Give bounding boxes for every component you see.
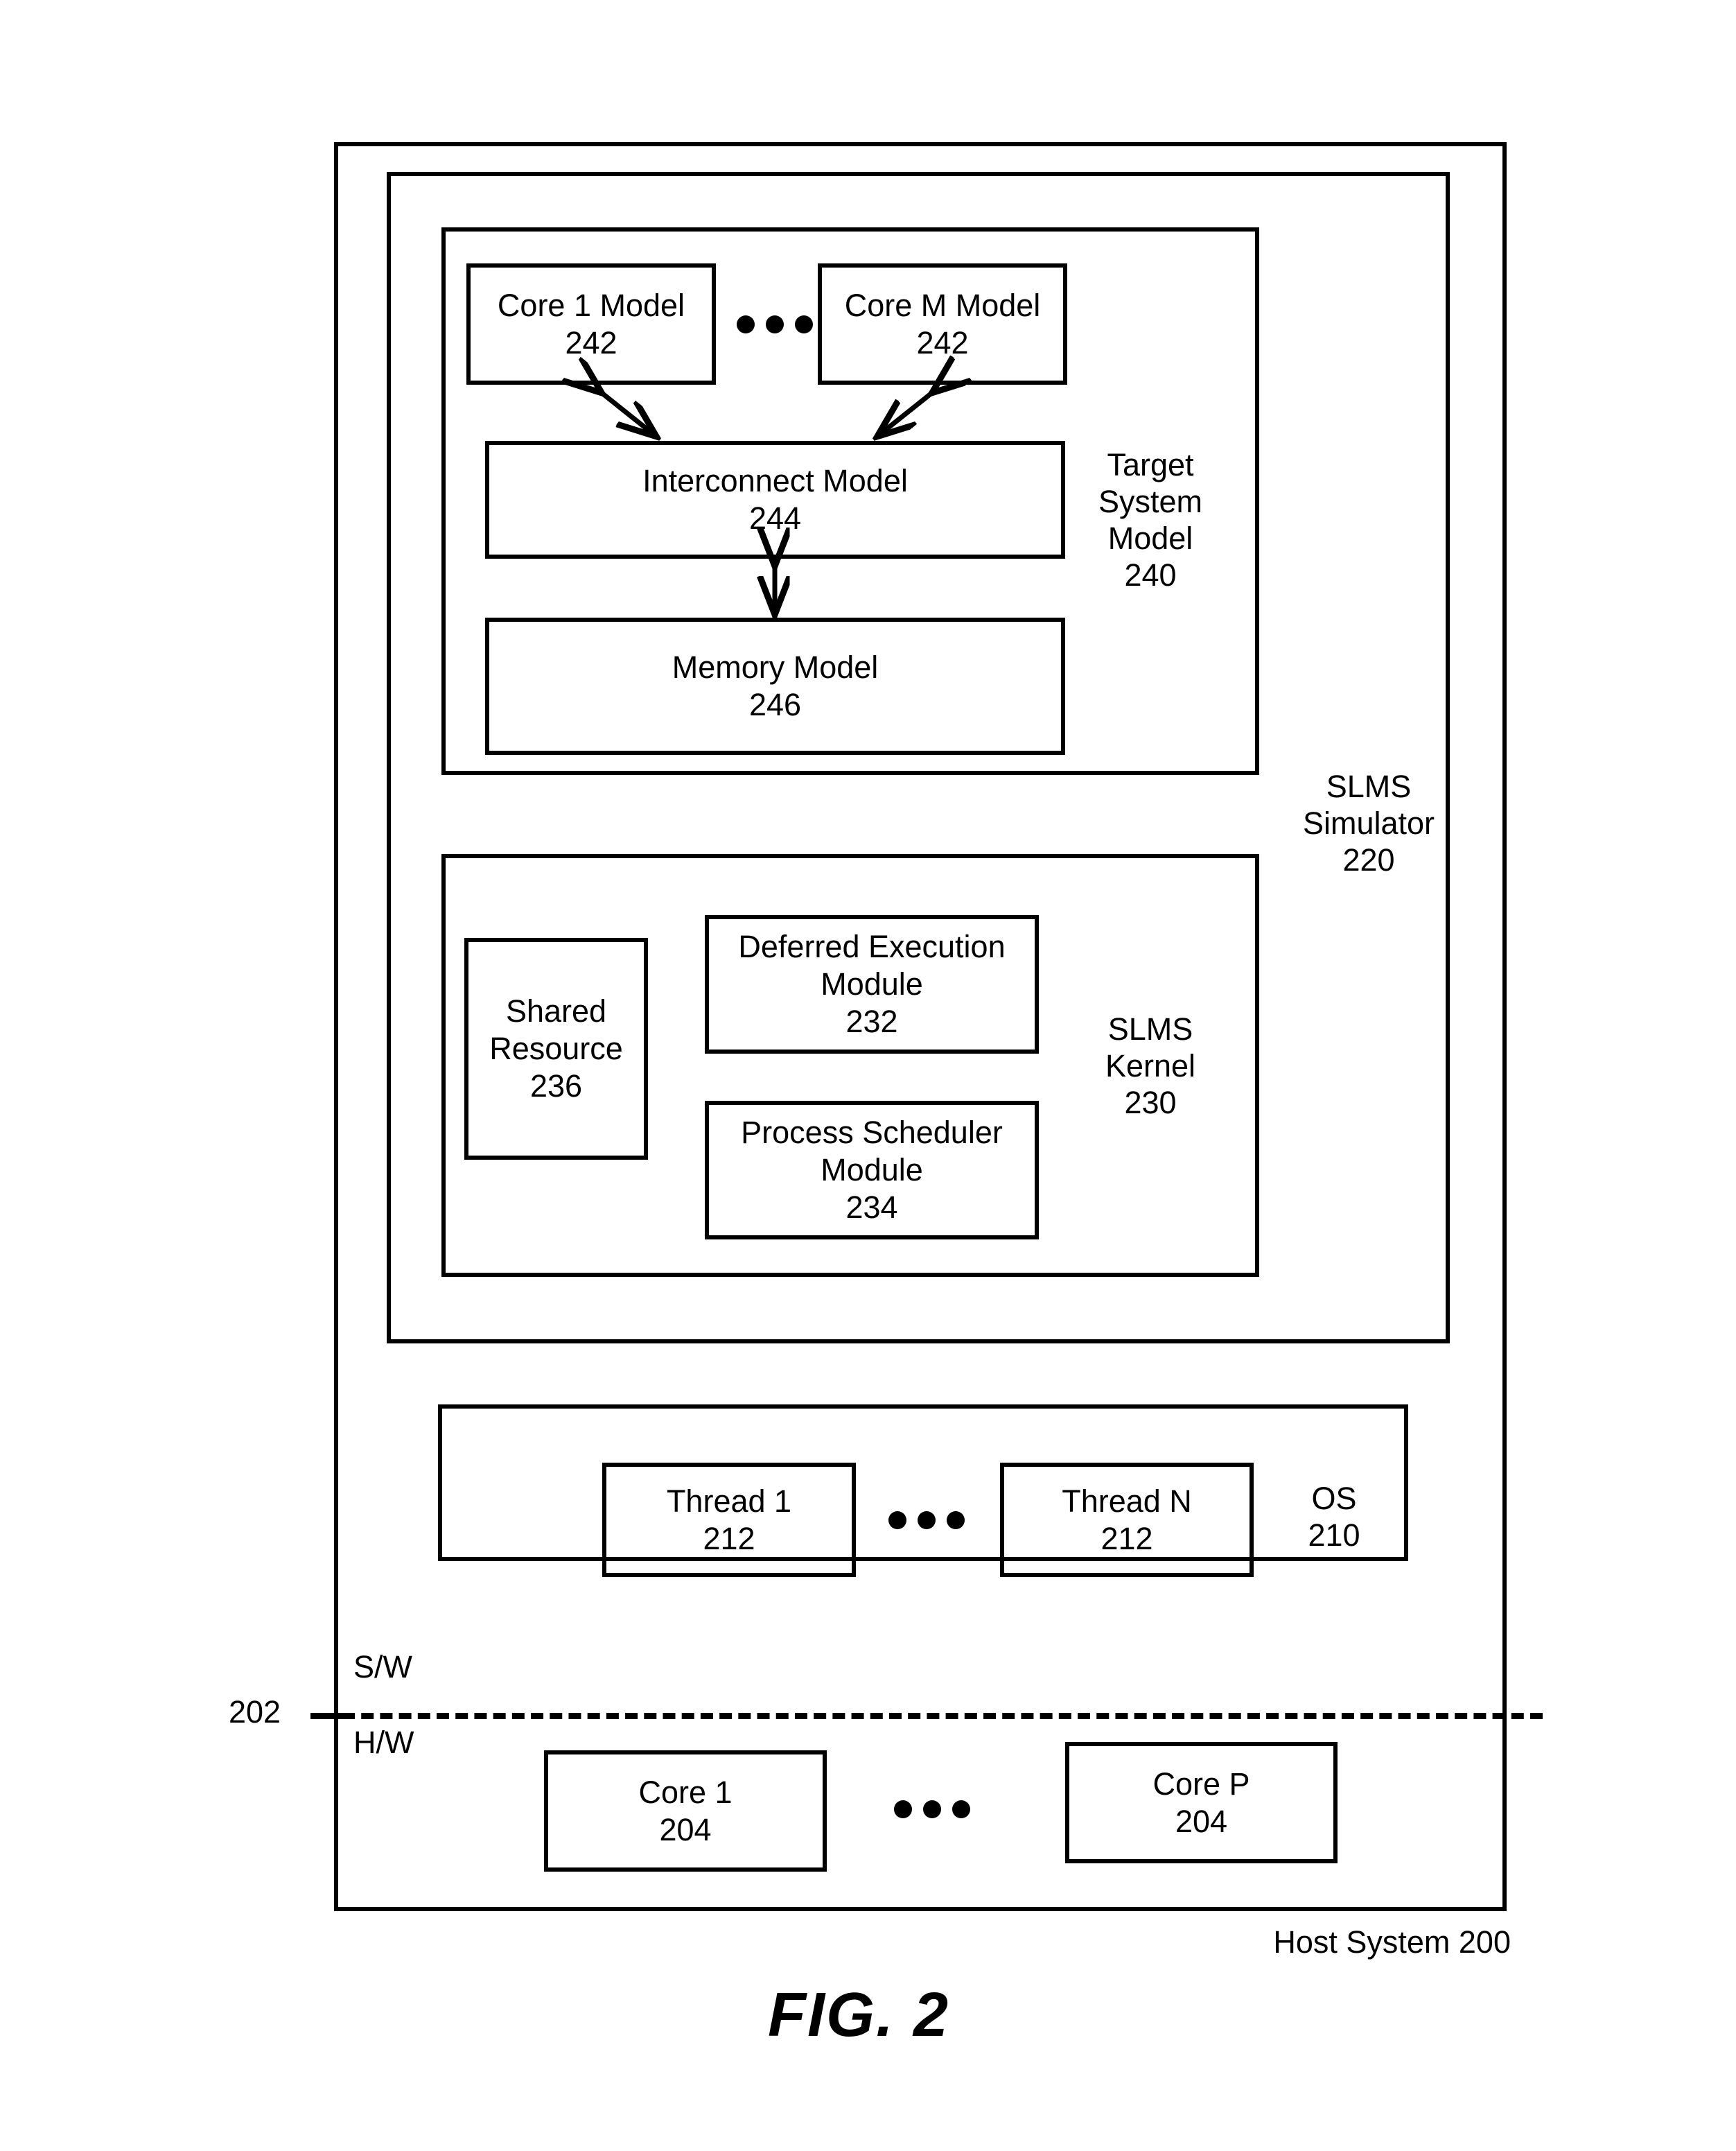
interconnect-model-ref: 244 [748,500,802,536]
deferred-execution-module-name: Deferred Execution Module [738,929,1006,1002]
boundary-ref-202: 202 [229,1694,281,1730]
ellipsis-dot [795,315,813,333]
target-system-model-label: Target System Model 240 [1098,447,1203,593]
ellipsis-dot [888,1511,906,1529]
process-scheduler-module-box: Process Scheduler Module 234 [705,1101,1039,1239]
ellipsis-dot [766,315,784,333]
thread-n-ref: 212 [1101,1520,1153,1556]
core-1-model-ref: 242 [565,324,617,360]
deferred-execution-module-label: Deferred Execution Module 232 [709,928,1035,1040]
deferred-execution-module-ref: 232 [845,1004,898,1039]
patent-figure-2: SLMS Simulator 220 Target System Model 2… [0,0,1736,2151]
hardware-cores-ellipsis [894,1800,970,1818]
shared-resource-ref: 236 [529,1068,583,1104]
core-p-name: Core P [1152,1766,1250,1802]
deferred-execution-module-box: Deferred Execution Module 232 [705,915,1039,1054]
core-m-model-ref: 242 [916,324,969,360]
core-1-model-label: Core 1 Model 242 [471,287,712,362]
thread-1-box: Thread 1 212 [602,1463,856,1577]
host-system-label: Host System 200 [1273,1924,1511,1960]
ellipsis-dot [947,1511,965,1529]
core-1-label: Core 1 204 [548,1774,823,1849]
ellipsis-dot [918,1511,936,1529]
core-m-model-label: Core M Model 242 [822,287,1063,362]
core-p-label: Core P 204 [1069,1766,1333,1840]
core-models-ellipsis [737,315,813,333]
thread-n-box: Thread N 212 [1000,1463,1254,1577]
interconnect-model-box: Interconnect Model 244 [485,441,1065,559]
core-m-model-name: Core M Model [844,287,1041,323]
ellipsis-dot [737,315,755,333]
threads-ellipsis [888,1511,965,1529]
thread-1-ref: 212 [703,1520,755,1556]
memory-model-name: Memory Model [672,650,879,685]
core-p-box: Core P 204 [1065,1742,1338,1863]
core-p-ref: 204 [1175,1803,1228,1839]
core-1-name: Core 1 [638,1774,733,1810]
os-box [438,1404,1408,1561]
memory-model-label: Memory Model 246 [489,649,1061,724]
interconnect-model-label: Interconnect Model 244 [489,462,1061,537]
interconnect-model-name: Interconnect Model [642,463,908,498]
ellipsis-dot [952,1800,970,1818]
process-scheduler-module-label: Process Scheduler Module 234 [709,1114,1035,1226]
os-label: OS 210 [1308,1481,1360,1553]
shared-resource-box: Shared Resource 236 [464,938,648,1160]
memory-model-box: Memory Model 246 [485,618,1065,755]
core-1-box: Core 1 204 [544,1750,827,1872]
process-scheduler-module-ref: 234 [845,1190,898,1225]
slms-kernel-label: SLMS Kernel 230 [1105,1011,1196,1121]
sw-hw-boundary-dashed-line [342,1713,1543,1719]
thread-n-label: Thread N 212 [1004,1483,1250,1558]
process-scheduler-module-name: Process Scheduler Module [741,1115,1003,1187]
core-1-model-name: Core 1 Model [497,287,685,323]
thread-n-name: Thread N [1062,1483,1192,1519]
core-1-model-box: Core 1 Model 242 [466,263,716,385]
boundary-leader-line [310,1713,342,1719]
software-side-label: S/W [353,1649,412,1684]
memory-model-ref: 246 [748,687,802,722]
shared-resource-name: Shared Resource [489,993,623,1066]
ellipsis-dot [894,1800,912,1818]
core-1-ref: 204 [659,1811,712,1847]
figure-caption: FIG. 2 [768,1980,950,2050]
core-m-model-box: Core M Model 242 [818,263,1067,385]
thread-1-label: Thread 1 212 [606,1483,852,1558]
thread-1-name: Thread 1 [666,1483,792,1519]
shared-resource-label: Shared Resource 236 [468,993,644,1105]
ellipsis-dot [923,1800,941,1818]
hardware-side-label: H/W [353,1725,414,1760]
slms-simulator-label: SLMS Simulator 220 [1302,769,1435,878]
